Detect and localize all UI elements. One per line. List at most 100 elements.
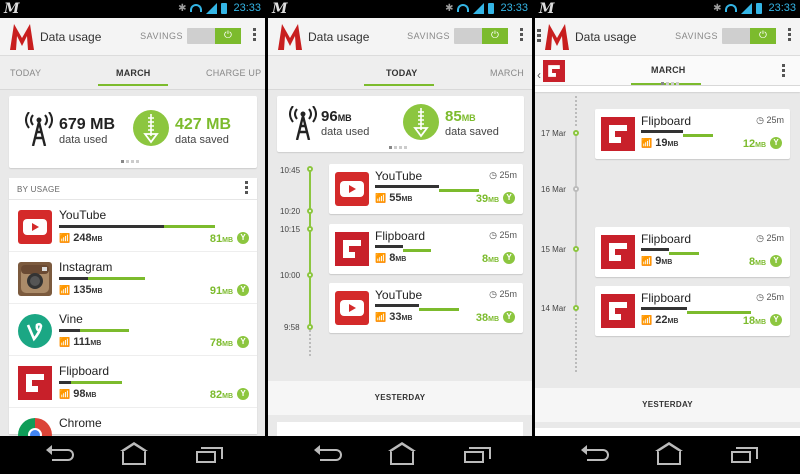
savings-label: SAVINGS <box>140 31 183 41</box>
instagram-icon <box>18 262 52 296</box>
data-used-value: 📶 9MB <box>641 255 673 267</box>
savings-toggle[interactable]: ⏻ <box>722 28 776 44</box>
session-end-time: 9:58 <box>284 323 300 332</box>
antenna-icon: 📶 <box>641 138 653 148</box>
screen-today: M ✱ 23:33 Data usage SAVINGS ⏻ TODAY MAR… <box>268 0 532 474</box>
app-name: Instagram <box>59 260 113 274</box>
list-menu-icon[interactable] <box>245 181 249 197</box>
overflow-menu-icon[interactable] <box>520 28 524 44</box>
home-icon[interactable] <box>655 442 683 465</box>
home-icon[interactable] <box>388 442 416 465</box>
app-logo-icon[interactable] <box>545 24 569 50</box>
date-label: 14 Mar <box>541 304 566 313</box>
timeline-dot <box>307 272 313 278</box>
session-card-youtube-2[interactable]: YouTube ◷ 25m 📶 33MB 38MB Y <box>329 283 523 333</box>
tab-today[interactable]: TODAY <box>10 68 41 78</box>
data-saved-value: 39MB <box>475 193 499 205</box>
m-notification-icon: M <box>272 1 288 17</box>
usage-bar <box>375 245 403 248</box>
recents-icon[interactable] <box>731 447 758 463</box>
data-saved-value: 81MB <box>209 233 233 245</box>
app-logo-icon[interactable] <box>278 24 302 50</box>
chevron-left-icon[interactable]: ‹ <box>537 68 541 82</box>
data-saved-value: 82MB <box>209 389 233 401</box>
timeline-line <box>575 130 577 312</box>
session-card-youtube[interactable]: YouTube ◷ 25m 📶 55MB 39MB Y <box>329 164 523 214</box>
data-used-value: 📶 19MB <box>641 137 679 149</box>
usage-bar <box>375 304 419 307</box>
saved-bar <box>669 252 699 255</box>
home-icon[interactable] <box>120 442 148 465</box>
app-name: Flipboard <box>375 229 426 243</box>
zip-compress-icon <box>403 104 439 140</box>
signal-icon <box>206 2 218 14</box>
timeline-dot <box>307 226 313 232</box>
usage-row-flipboard[interactable]: Flipboard 📶 98MB 82MB Y <box>9 356 257 408</box>
nav-drawer-icon[interactable] <box>537 29 541 45</box>
summary-pager <box>389 146 407 149</box>
usage-row-instagram[interactable]: Instagram 📶 135MB 91MB Y <box>9 252 257 304</box>
tab-march[interactable]: MARCH <box>116 68 151 78</box>
detail-menu-icon[interactable] <box>782 64 786 80</box>
session-card-flipboard[interactable]: Flipboard ◷ 25m 📶 19MB 12MB Y <box>595 109 790 159</box>
app-name: Chrome <box>59 416 102 430</box>
total-data-saved: 427 MB <box>175 116 232 133</box>
session-end-time: 10:00 <box>280 271 301 280</box>
tab-march[interactable]: MARCH <box>651 65 686 75</box>
clock-icon: ◷ <box>489 170 497 180</box>
summary-card[interactable]: 679 MB data used 427 MB data saved <box>9 96 257 168</box>
overflow-menu-icon[interactable] <box>253 28 257 44</box>
data-saved-label: data saved <box>175 134 229 146</box>
tab-march[interactable]: MARCH <box>490 68 524 78</box>
recents-icon[interactable] <box>196 447 223 463</box>
bluetooth-icon: ✱ <box>445 2 454 14</box>
timeline-dot <box>573 130 579 136</box>
app-name: YouTube <box>375 288 423 302</box>
antenna-icon: 📶 <box>375 193 387 203</box>
data-used-value: 📶 111MB <box>59 336 102 348</box>
session-card-flipboard-3[interactable]: Flipboard ◷ 25m 📶 22MB 18MB Y <box>595 286 790 336</box>
usage-row-youtube[interactable]: YouTube 📶 248MB 81MB Y <box>9 200 257 252</box>
section-header-yesterday[interactable]: YESTERDAY <box>535 388 800 422</box>
signal-icon <box>473 2 485 14</box>
signal-icon <box>741 2 753 14</box>
app-title: Data usage <box>575 30 637 44</box>
summary-card[interactable]: 96MB data used 85MB data saved <box>277 96 524 152</box>
back-icon[interactable] <box>46 445 74 461</box>
battery-icon <box>756 2 763 14</box>
savings-badge-icon: Y <box>770 314 782 326</box>
app-name: Vine <box>59 312 83 326</box>
cell-tower-icon <box>289 106 317 140</box>
app-logo-icon[interactable] <box>10 24 34 50</box>
savings-badge-icon: Y <box>237 336 249 348</box>
data-used-value: 📶 33MB <box>375 311 413 323</box>
total-data-used: 679 MB <box>59 116 116 133</box>
antenna-icon: 📶 <box>375 312 387 322</box>
savings-toggle[interactable]: ⏻ <box>454 28 508 44</box>
savings-toggle[interactable]: ⏻ <box>187 28 241 44</box>
battery-icon <box>221 2 228 14</box>
timeline-more-icon <box>309 330 311 358</box>
data-saved-value: 18MB <box>742 315 766 327</box>
session-card-flipboard-2[interactable]: Flipboard ◷ 25m 📶 9MB 8MB Y <box>595 227 790 277</box>
usage-row-vine[interactable]: Vine 📶 111MB 78MB Y <box>9 304 257 356</box>
session-card-flipboard[interactable]: Flipboard ◷ 25m 📶 8MB 8MB Y <box>329 224 523 274</box>
savings-badge-icon: Y <box>503 252 515 264</box>
recents-icon[interactable] <box>464 447 491 463</box>
saved-bar <box>164 225 215 228</box>
back-icon[interactable] <box>314 445 342 461</box>
antenna-icon: 📶 <box>59 337 71 347</box>
overflow-menu-icon[interactable] <box>788 28 792 44</box>
tab-today[interactable]: TODAY <box>386 68 418 78</box>
tab-charge-up[interactable]: CHARGE UP <box>206 68 261 78</box>
bluetooth-icon: ✱ <box>713 2 722 14</box>
youtube-icon <box>335 172 369 206</box>
screen-by-usage: M ✱ 23:33 Data usage SAVINGS ⏻ TODAY MAR… <box>0 0 265 474</box>
period-tabs: TODAY MARCH CHARGE UP <box>0 56 265 90</box>
savings-badge-icon: Y <box>770 255 782 267</box>
action-bar: Data usage SAVINGS ⏻ <box>535 18 800 56</box>
back-icon[interactable] <box>581 445 609 461</box>
cell-tower-icon <box>25 112 53 146</box>
section-header-yesterday[interactable]: YESTERDAY <box>268 381 532 415</box>
period-tabs: TODAY MARCH <box>268 56 532 90</box>
